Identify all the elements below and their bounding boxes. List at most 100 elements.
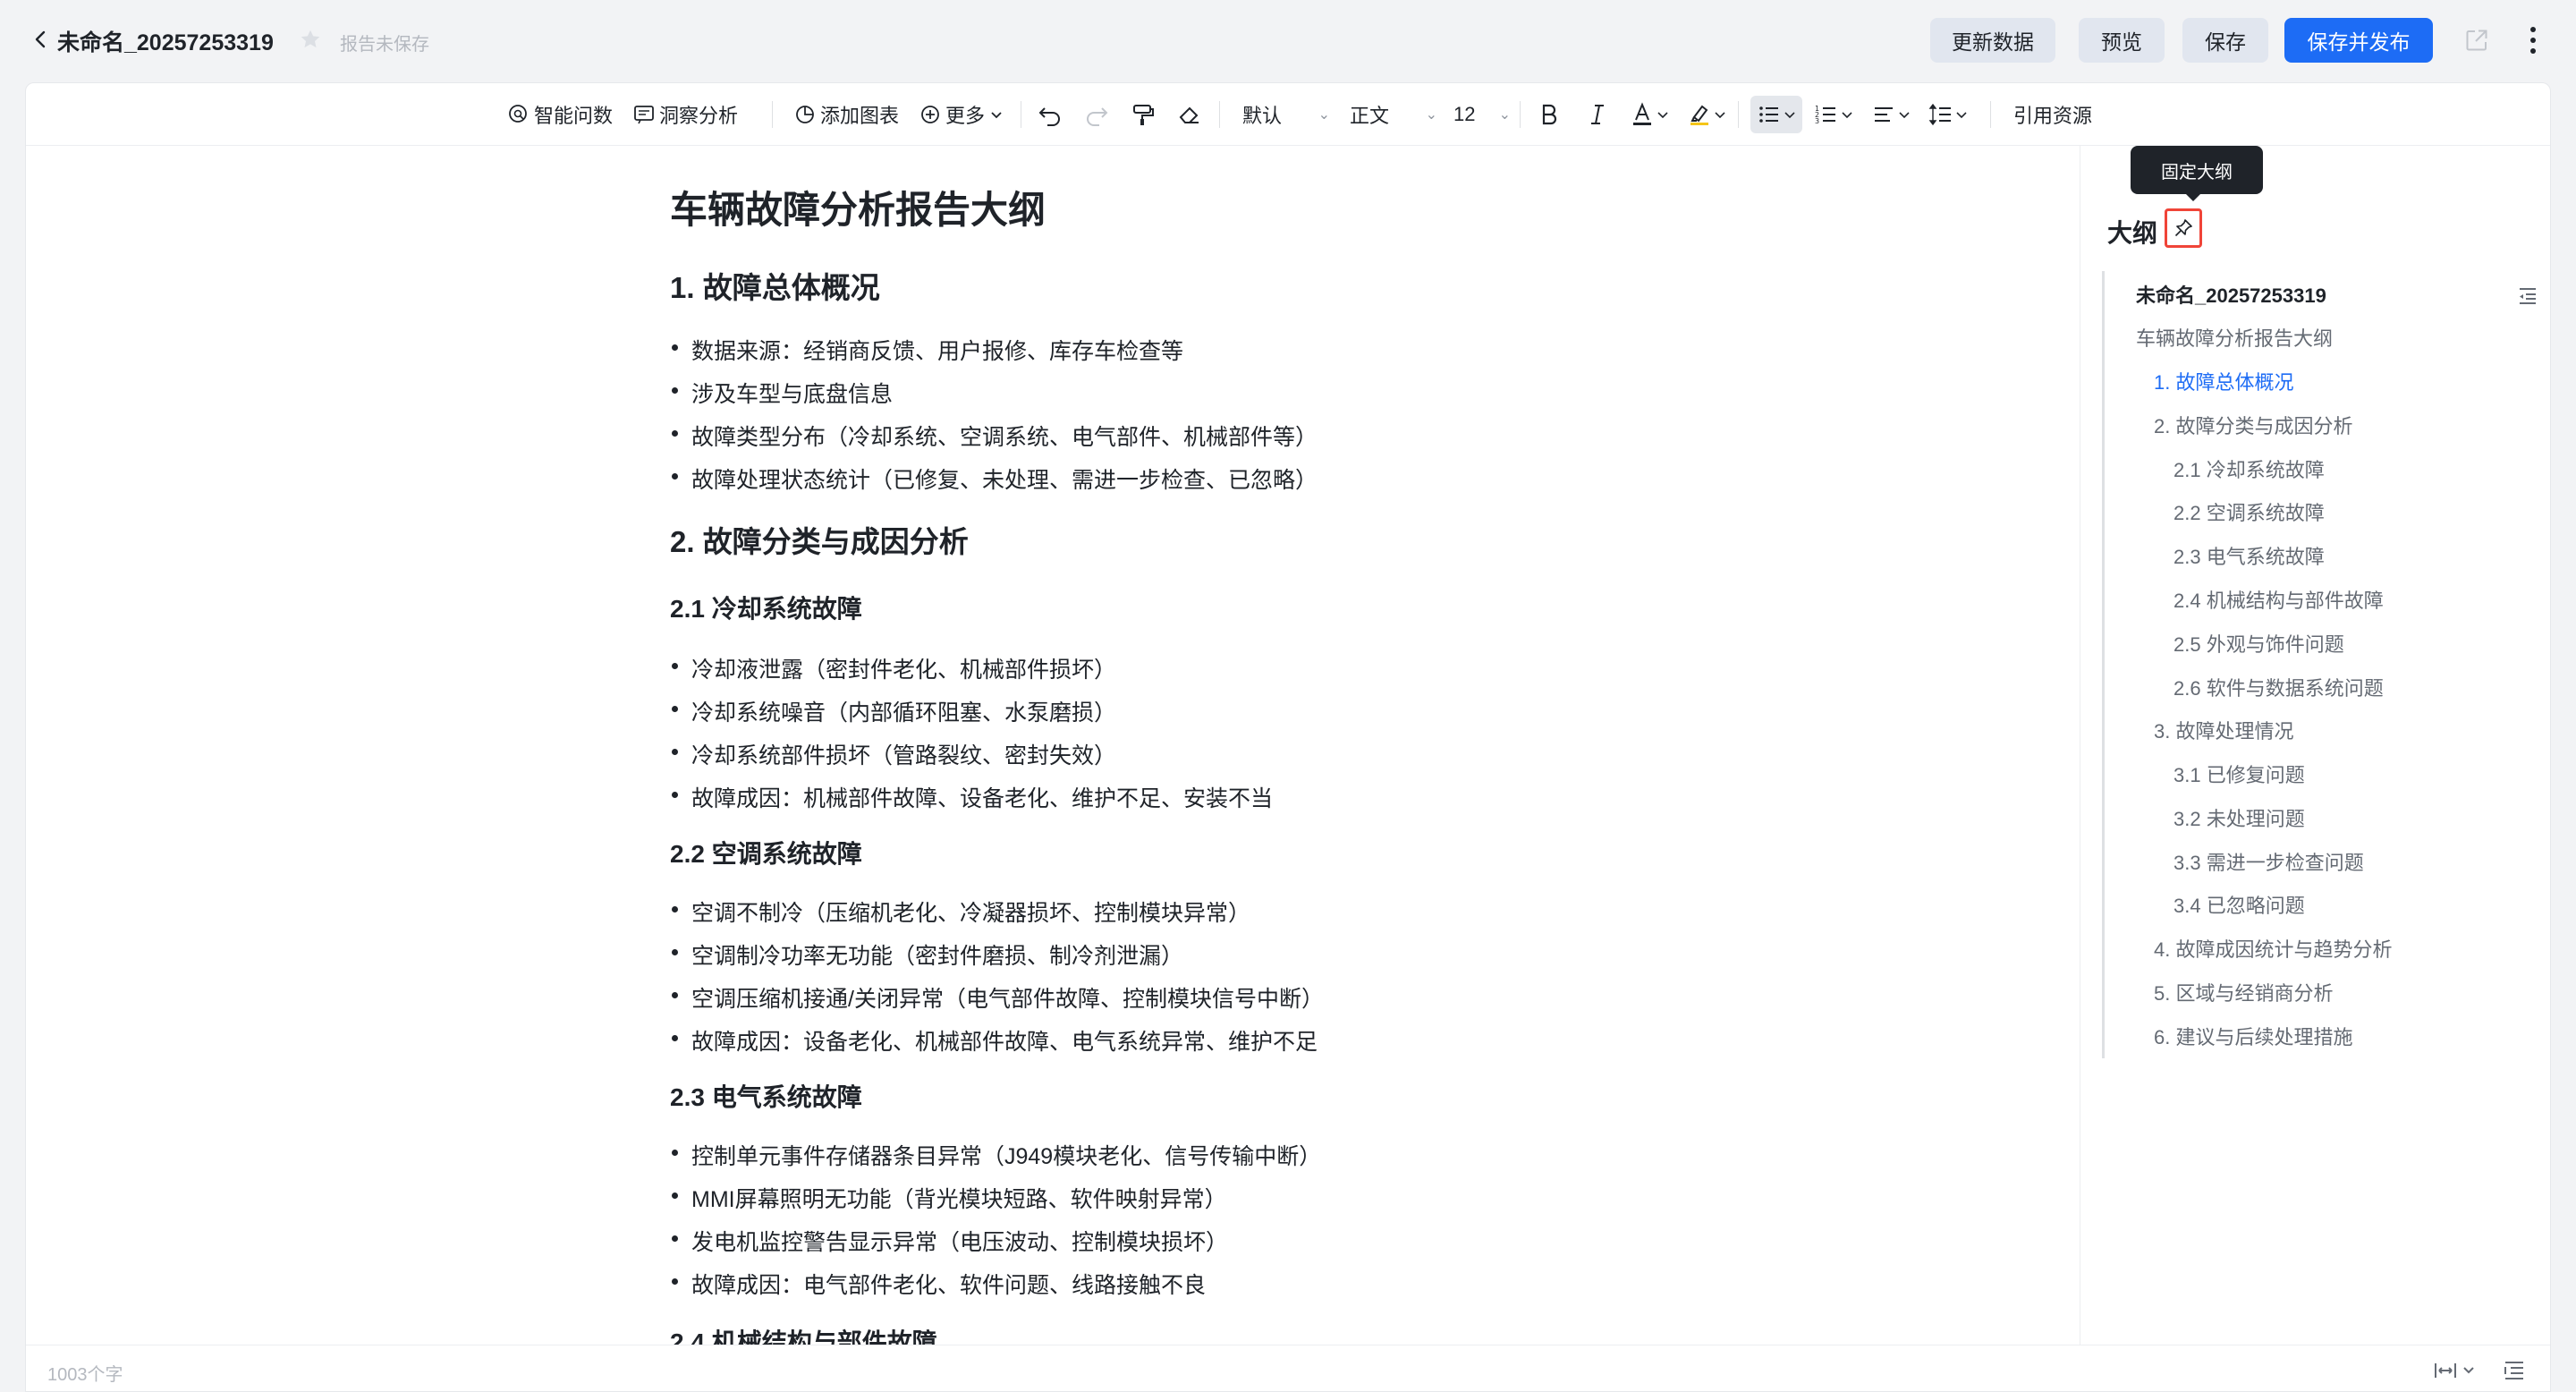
svg-text:3: 3: [1815, 117, 1819, 125]
list-item: MMI屏幕照明无功能（背光模块短路、软件映射异常）: [670, 1182, 1227, 1214]
redo-button[interactable]: [1083, 96, 1110, 133]
undo-icon: [1038, 107, 1060, 126]
format-painter-icon: [1133, 105, 1154, 125]
list-item: 涉及车型与底盘信息: [670, 377, 893, 409]
list-item: 空调制冷功率无功能（密封件磨损、制冷剂泄漏）: [670, 938, 1183, 971]
bold-icon: [1542, 104, 1557, 125]
outline-item[interactable]: 2.6 软件与数据系统问题: [2174, 673, 2384, 701]
outline-guide-line: [2102, 271, 2105, 1058]
chevron-down-icon: [1956, 112, 1967, 119]
top-header: 未命名_20257253319 报告未保存 更新数据 预览 保存 保存并发布: [0, 0, 2576, 81]
insight-label: 洞察分析: [659, 105, 739, 127]
outline-item[interactable]: 3.1 已修复问题: [2174, 760, 2305, 788]
document-area[interactable]: 车辆故障分析报告大纲 1. 故障总体概况 数据来源：经销商反馈、用户报修、库存车…: [26, 146, 2080, 1345]
toolbar-divider: [1738, 101, 1739, 128]
document-title[interactable]: 未命名_20257253319: [57, 25, 274, 57]
bold-button[interactable]: [1536, 96, 1563, 133]
undo-button[interactable]: [1037, 96, 1063, 133]
line-spacing-button[interactable]: [1928, 96, 1969, 133]
outline-item[interactable]: 3.2 未处理问题: [2174, 803, 2305, 832]
font-color-icon: [1633, 102, 1651, 125]
pin-outline-button[interactable]: [2165, 208, 2202, 248]
pie-chart-icon: [796, 106, 814, 123]
italic-button[interactable]: [1584, 96, 1611, 133]
cite-resources-button[interactable]: 引用资源: [2013, 96, 2092, 133]
highlight-color-button[interactable]: [1686, 96, 1727, 133]
numbered-list-icon: 123: [1815, 105, 1835, 125]
subsection-heading: 2.4 机械结构与部件故障: [670, 1328, 937, 1345]
section-heading: 1. 故障总体概况: [670, 271, 880, 304]
font-family-select[interactable]: 默认 ⌄: [1242, 96, 1330, 133]
list-item: 故障成因：机械部件故障、设备老化、维护不足、安装不当: [670, 781, 1273, 813]
line-spacing-icon: [1928, 103, 1951, 126]
star-icon[interactable]: [299, 28, 322, 51]
outline-item[interactable]: 2.3 电气系统故障: [2174, 541, 2325, 570]
list-item: 冷却液泄露（密封件老化、机械部件损坏）: [670, 652, 1116, 684]
list-item: 冷却系统部件损坏（管路裂纹、密封失效）: [670, 738, 1116, 770]
chevron-down-icon: [1657, 112, 1668, 119]
save-button[interactable]: 保存: [2182, 18, 2268, 63]
italic-icon: [1591, 105, 1604, 124]
font-color-button[interactable]: [1629, 96, 1670, 133]
list-item: 控制单元事件存储器条目异常（J949模块老化、信号传输中断）: [670, 1139, 1321, 1171]
toolbar-divider: [772, 101, 773, 128]
outline-toggle-icon[interactable]: [2502, 1358, 2527, 1383]
outline-item[interactable]: 未命名_20257253319: [2136, 280, 2326, 309]
outline-item[interactable]: 3.3 需进一步检查问题: [2174, 847, 2364, 876]
list-item: 空调压缩机接通/关闭异常（电气部件故障、控制模块信号中断）: [670, 981, 1324, 1014]
list-item: 数据来源：经销商反馈、用户报修、库存车检查等: [670, 334, 1183, 366]
more-vertical-icon[interactable]: [2522, 23, 2544, 57]
page-width-icon[interactable]: [2432, 1358, 2482, 1383]
outline-item[interactable]: 车辆故障分析报告大纲: [2136, 323, 2333, 352]
smart-query-button[interactable]: 智能问数: [507, 96, 613, 133]
update-data-button[interactable]: 更新数据: [1930, 18, 2055, 63]
redo-icon: [1087, 107, 1108, 126]
list-item: 故障成因：设备老化、机械部件故障、电气系统异常、维护不足: [670, 1024, 1318, 1057]
outline-item[interactable]: 2.4 机械结构与部件故障: [2174, 585, 2384, 614]
back-arrow-icon[interactable]: [30, 29, 52, 50]
section-heading: 2. 故障分类与成因分析: [670, 525, 969, 558]
outline-item[interactable]: 5. 区域与经销商分析: [2154, 978, 2333, 1006]
numbered-list-button[interactable]: 123: [1813, 96, 1854, 133]
export-icon[interactable]: [2463, 27, 2490, 54]
outline-item[interactable]: 2.5 外观与饰件问题: [2174, 629, 2344, 658]
outline-item[interactable]: 2.2 空调系统故障: [2174, 497, 2325, 526]
status-bar: 1003个字: [26, 1345, 2550, 1391]
more-insert-label: 更多: [945, 105, 986, 127]
highlighter-icon: [1690, 105, 1708, 125]
clear-format-button[interactable]: [1176, 96, 1203, 133]
collapse-outline-icon[interactable]: [2515, 284, 2540, 309]
font-size-select[interactable]: 12 ⌄: [1453, 96, 1511, 133]
list-item: 故障处理状态统计（已修复、未处理、需进一步检查、已忽略）: [670, 463, 1318, 495]
align-button[interactable]: [1870, 96, 1911, 133]
outline-item[interactable]: 4. 故障成因统计与趋势分析: [2154, 934, 2392, 963]
preview-button[interactable]: 预览: [2079, 18, 2165, 63]
list-item: 冷却系统噪音（内部循环阻塞、水泵磨损）: [670, 695, 1116, 727]
subsection-heading: 2.2 空调系统故障: [670, 840, 862, 868]
editor-card: 智能问数 洞察分析 添加图表 更多 默认 ⌄ 正文 ⌄ 12 ⌄ 1 2 3 引…: [25, 82, 2551, 1392]
outline-item[interactable]: 3. 故障处理情况: [2154, 716, 2293, 744]
subsection-heading: 2.3 电气系统故障: [670, 1083, 862, 1111]
paragraph-style-select[interactable]: 正文 ⌄: [1350, 96, 1437, 133]
font-size-value: 12: [1453, 103, 1476, 125]
save-publish-button[interactable]: 保存并发布: [2284, 18, 2433, 63]
add-chart-button[interactable]: 添加图表: [793, 96, 899, 133]
bullet-list-button[interactable]: [1750, 96, 1802, 133]
outline-title: 大纲: [2107, 219, 2158, 247]
format-painter-button[interactable]: [1130, 96, 1157, 133]
word-count: 1003个字: [47, 1365, 123, 1385]
paragraph-style-value: 正文: [1350, 105, 1390, 127]
outline-item[interactable]: 2.1 冷却系统故障: [2174, 454, 2325, 483]
chevron-down-icon: ⌄: [1425, 107, 1437, 123]
outline-item[interactable]: 6. 建议与后续处理措施: [2154, 1022, 2352, 1050]
chevron-down-icon: [1842, 112, 1852, 119]
insight-button[interactable]: 洞察分析: [632, 96, 738, 133]
smart-query-label: 智能问数: [534, 105, 614, 127]
outline-item[interactable]: 3.4 已忽略问题: [2174, 890, 2305, 919]
chevron-down-icon: [1784, 112, 1795, 119]
more-insert-button[interactable]: 更多: [919, 96, 1004, 133]
outline-item[interactable]: 1. 故障总体概况: [2154, 367, 2293, 395]
insight-icon: [634, 106, 654, 124]
outline-item[interactable]: 2. 故障分类与成因分析: [2154, 411, 2352, 439]
chevron-down-icon: [1715, 112, 1725, 119]
